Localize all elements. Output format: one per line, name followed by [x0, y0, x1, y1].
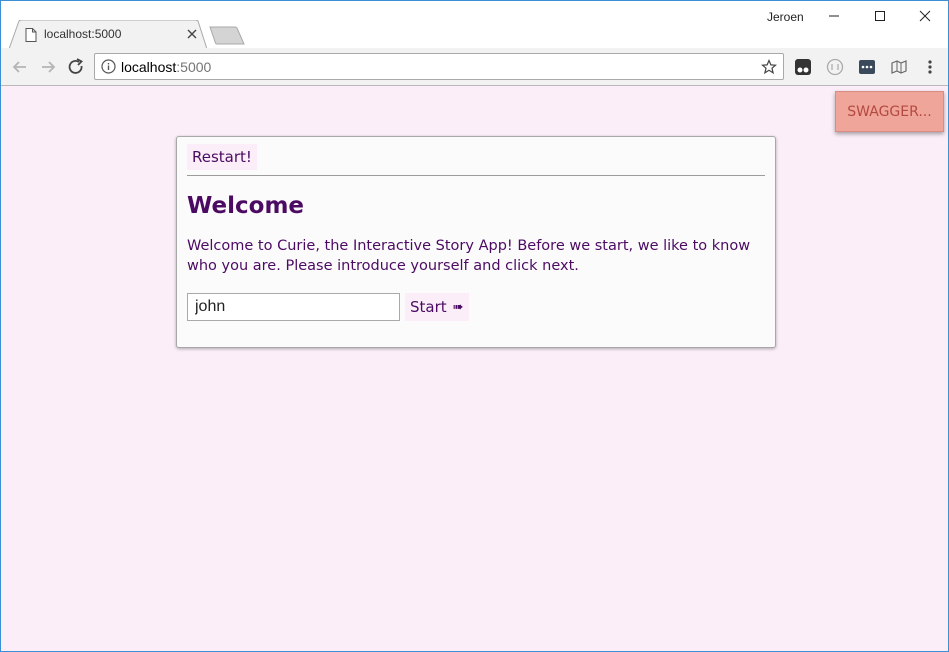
url-host: localhost: [121, 59, 177, 75]
menu-kebab-icon[interactable]: [923, 59, 937, 75]
swagger-button[interactable]: SWAGGER...: [835, 91, 944, 132]
forward-arrow-icon[interactable]: [38, 57, 58, 77]
window-close-icon: [919, 10, 931, 22]
name-input[interactable]: [187, 293, 400, 321]
minimize-icon: [829, 15, 839, 17]
profile-name[interactable]: Jeroen: [767, 10, 804, 24]
page-content: SWAGGER... Restart! Welcome Welcome to C…: [1, 86, 948, 651]
url-port: :5000: [176, 59, 212, 75]
extension-tampermonkey-icon[interactable]: [794, 58, 812, 76]
extension-map-icon[interactable]: [890, 58, 908, 76]
address-bar[interactable]: localhost:5000: [94, 53, 784, 80]
new-tab-button[interactable]: [209, 26, 245, 45]
back-arrow-icon[interactable]: [10, 57, 30, 77]
arrow-right-icon: ➠: [452, 299, 464, 315]
window-close-button[interactable]: [902, 1, 948, 31]
page-title: Welcome: [187, 193, 305, 219]
reload-icon[interactable]: [66, 57, 86, 77]
minimize-button[interactable]: [811, 1, 857, 31]
welcome-card: Restart! Welcome Welcome to Curie, the I…: [176, 136, 776, 348]
browser-toolbar: localhost:5000: [1, 48, 948, 86]
page-icon: [25, 28, 37, 42]
tab-strip: localhost:5000 Jeroen: [1, 1, 948, 49]
bookmark-star-icon[interactable]: [761, 59, 777, 75]
maximize-button[interactable]: [857, 1, 903, 31]
browser-window: localhost:5000 Jeroen localhost:5000 SWA…: [0, 0, 949, 652]
extension-password-icon[interactable]: [858, 58, 876, 76]
close-icon[interactable]: [185, 27, 199, 41]
info-icon[interactable]: [101, 59, 116, 74]
divider: [187, 175, 765, 176]
url-text[interactable]: localhost:5000: [121, 59, 211, 75]
maximize-icon: [875, 11, 885, 21]
start-button[interactable]: Start ➠: [405, 293, 469, 321]
welcome-text: Welcome to Curie, the Interactive Story …: [187, 238, 751, 274]
start-label: Start: [410, 298, 447, 316]
restart-button[interactable]: Restart!: [187, 144, 257, 170]
extension-circle-icon[interactable]: [826, 58, 844, 76]
tab-title: localhost:5000: [44, 27, 122, 41]
browser-tab[interactable]: localhost:5000: [9, 20, 207, 49]
